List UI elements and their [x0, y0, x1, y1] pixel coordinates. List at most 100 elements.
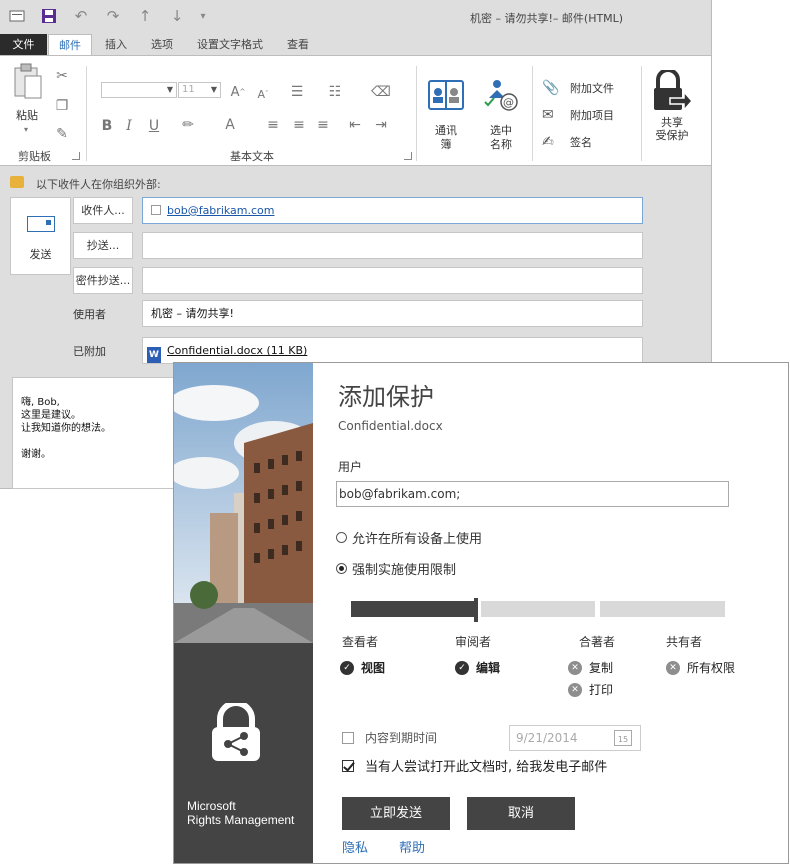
address-book-label-1[interactable]: 通讯: [430, 124, 462, 138]
share-protected-icon[interactable]: [652, 70, 692, 114]
ribbon-separator: [532, 66, 533, 161]
slider-thumb[interactable]: [474, 598, 478, 622]
message-body[interactable]: 嗨, Bob, 这里是建议。 让我知道你的想法。 谢谢。: [12, 377, 177, 489]
italic-icon[interactable]: I: [122, 118, 136, 134]
cut-icon[interactable]: ✂: [54, 68, 70, 84]
tab-review[interactable]: 查看: [278, 34, 318, 55]
share-protected-label-1[interactable]: 共享: [652, 116, 692, 130]
undo-icon[interactable]: ↶: [72, 7, 90, 25]
basic-text-group-label: 基本文本: [230, 150, 274, 163]
attachment-name[interactable]: Confidential.docx (11 KB): [167, 344, 307, 357]
send-now-button[interactable]: 立即发送: [342, 797, 450, 830]
font-color-icon[interactable]: A: [220, 116, 240, 134]
chevron-down-icon: ▼: [166, 85, 173, 94]
enforce-restrictions-option[interactable]: 强制实施使用限制: [336, 559, 456, 578]
numbering-icon[interactable]: ☷: [324, 84, 346, 100]
radio-button[interactable]: [336, 532, 347, 543]
expiry-checkbox[interactable]: [342, 731, 354, 744]
customize-toolbar-icon[interactable]: ▾: [194, 7, 212, 25]
align-left-icon[interactable]: ≡: [264, 116, 282, 134]
font-size-value: 11: [182, 84, 195, 95]
word-document-icon: W: [147, 347, 161, 363]
radio-button-selected[interactable]: [336, 563, 347, 574]
dialog-side-panel: Microsoft Rights Management: [174, 363, 313, 863]
cancel-button[interactable]: 取消: [467, 797, 575, 830]
subject-field[interactable]: 机密 – 请勿共享!: [142, 300, 643, 327]
align-right-icon[interactable]: ≡: [314, 116, 332, 134]
previous-item-icon[interactable]: ↑: [136, 7, 154, 25]
outlook-app-icon[interactable]: [8, 7, 26, 25]
copy-icon[interactable]: ❐: [54, 98, 70, 114]
tab-format-text[interactable]: 设置文字格式: [188, 34, 272, 55]
content-expiry-option[interactable]: 内容到期时间: [342, 729, 437, 746]
to-field[interactable]: bob@fabrikam.com: [142, 197, 643, 224]
level-viewer[interactable]: 查看者: [342, 633, 378, 650]
attach-item-button[interactable]: ✉ 附加项目: [542, 105, 614, 125]
check-names-icon[interactable]: @: [483, 76, 519, 112]
level-coowner[interactable]: 共有者: [666, 633, 702, 650]
permission-level-slider[interactable]: [351, 598, 725, 622]
chevron-down-icon: ▼: [210, 85, 217, 94]
shrink-font-icon[interactable]: Aˇ: [255, 86, 271, 102]
to-recipient[interactable]: bob@fabrikam.com: [167, 204, 275, 217]
expiry-date-input[interactable]: 9/21/2014 15: [509, 725, 641, 751]
format-painter-icon[interactable]: ✎: [54, 126, 70, 142]
align-center-icon[interactable]: ≡: [290, 116, 308, 134]
send-button[interactable]: 发送: [10, 197, 71, 275]
email-me-checkbox[interactable]: [342, 759, 354, 772]
users-input[interactable]: bob@fabrikam.com;: [336, 481, 729, 507]
attach-file-button[interactable]: 📎 附加文件: [542, 78, 614, 98]
signature-icon: ✍: [542, 134, 554, 150]
level-reviewer[interactable]: 审阅者: [455, 633, 491, 650]
bcc-button[interactable]: 密件抄送...: [73, 267, 133, 294]
quick-access-toolbar: ↶ ↷ ↑ ↓ ▾ 机密 – 请勿共享!– 邮件(HTML): [0, 0, 712, 33]
to-button[interactable]: 收件人...: [73, 197, 133, 224]
tab-insert[interactable]: 插入: [96, 34, 136, 55]
font-name-combo[interactable]: ▼: [101, 82, 177, 98]
tab-options[interactable]: 选项: [142, 34, 182, 55]
cross-icon: ✕: [568, 682, 582, 697]
tab-message[interactable]: 邮件: [48, 34, 92, 56]
cc-button[interactable]: 抄送...: [73, 232, 133, 259]
body-line: [21, 435, 168, 448]
tab-file[interactable]: 文件: [0, 34, 47, 55]
cc-field[interactable]: [142, 232, 643, 259]
paste-icon[interactable]: [10, 62, 44, 100]
basic-text-launcher-icon[interactable]: [404, 152, 412, 160]
font-size-combo[interactable]: 11 ▼: [178, 82, 221, 98]
clipboard-launcher-icon[interactable]: [72, 152, 80, 160]
calendar-icon[interactable]: 15: [614, 730, 632, 746]
privacy-link[interactable]: 隐私: [342, 837, 368, 856]
save-icon[interactable]: [40, 7, 58, 25]
slider-track-segment: [600, 601, 725, 617]
add-protection-dialog: Microsoft Rights Management 添加保护 Confide…: [173, 362, 789, 864]
address-book-label-2[interactable]: 簿: [430, 138, 462, 152]
check-names-label-1[interactable]: 选中: [485, 124, 517, 138]
clear-formatting-icon[interactable]: ⌫: [371, 83, 391, 101]
email-me-option[interactable]: 当有人尝试打开此文档时, 给我发电子邮件: [342, 756, 607, 775]
signature-button[interactable]: ✍ 签名: [542, 132, 592, 152]
increase-indent-icon[interactable]: ⇥: [372, 116, 390, 134]
subject-label: 使用者: [73, 308, 106, 321]
paste-button-label[interactable]: 粘贴: [14, 109, 40, 123]
bcc-field[interactable]: [142, 267, 643, 294]
help-link[interactable]: 帮助: [399, 837, 425, 856]
address-book-icon[interactable]: [428, 78, 464, 112]
share-protected-label-2[interactable]: 受保护: [652, 129, 692, 143]
attached-label: 已附加: [73, 345, 106, 358]
level-coauthor[interactable]: 合著者: [579, 633, 615, 650]
underline-icon[interactable]: U: [147, 118, 161, 134]
bold-icon[interactable]: B: [100, 118, 114, 134]
attachment-field[interactable]: W Confidential.docx (11 KB): [142, 337, 643, 364]
check-names-label-2[interactable]: 名称: [485, 138, 517, 152]
grow-font-icon[interactable]: A ^: [230, 84, 246, 100]
allow-all-devices-option[interactable]: 允许在所有设备上使用: [336, 528, 482, 547]
paste-dropdown-icon[interactable]: ▾: [20, 124, 32, 134]
highlight-icon[interactable]: ✏: [178, 116, 198, 134]
ribbon: 粘贴 ▾ ✂ ❐ ✎ 剪贴板 ▼ 11 ▼ A ^ Aˇ ☰ ☷ ⌫ B I U ✏…: [0, 55, 711, 166]
decrease-indent-icon[interactable]: ⇤: [346, 116, 364, 134]
next-item-icon[interactable]: ↓: [168, 7, 186, 25]
bullets-icon[interactable]: ☰: [286, 84, 308, 100]
redo-icon[interactable]: ↷: [104, 7, 122, 25]
perm-full-control: ✕ 所有权限: [666, 659, 735, 676]
